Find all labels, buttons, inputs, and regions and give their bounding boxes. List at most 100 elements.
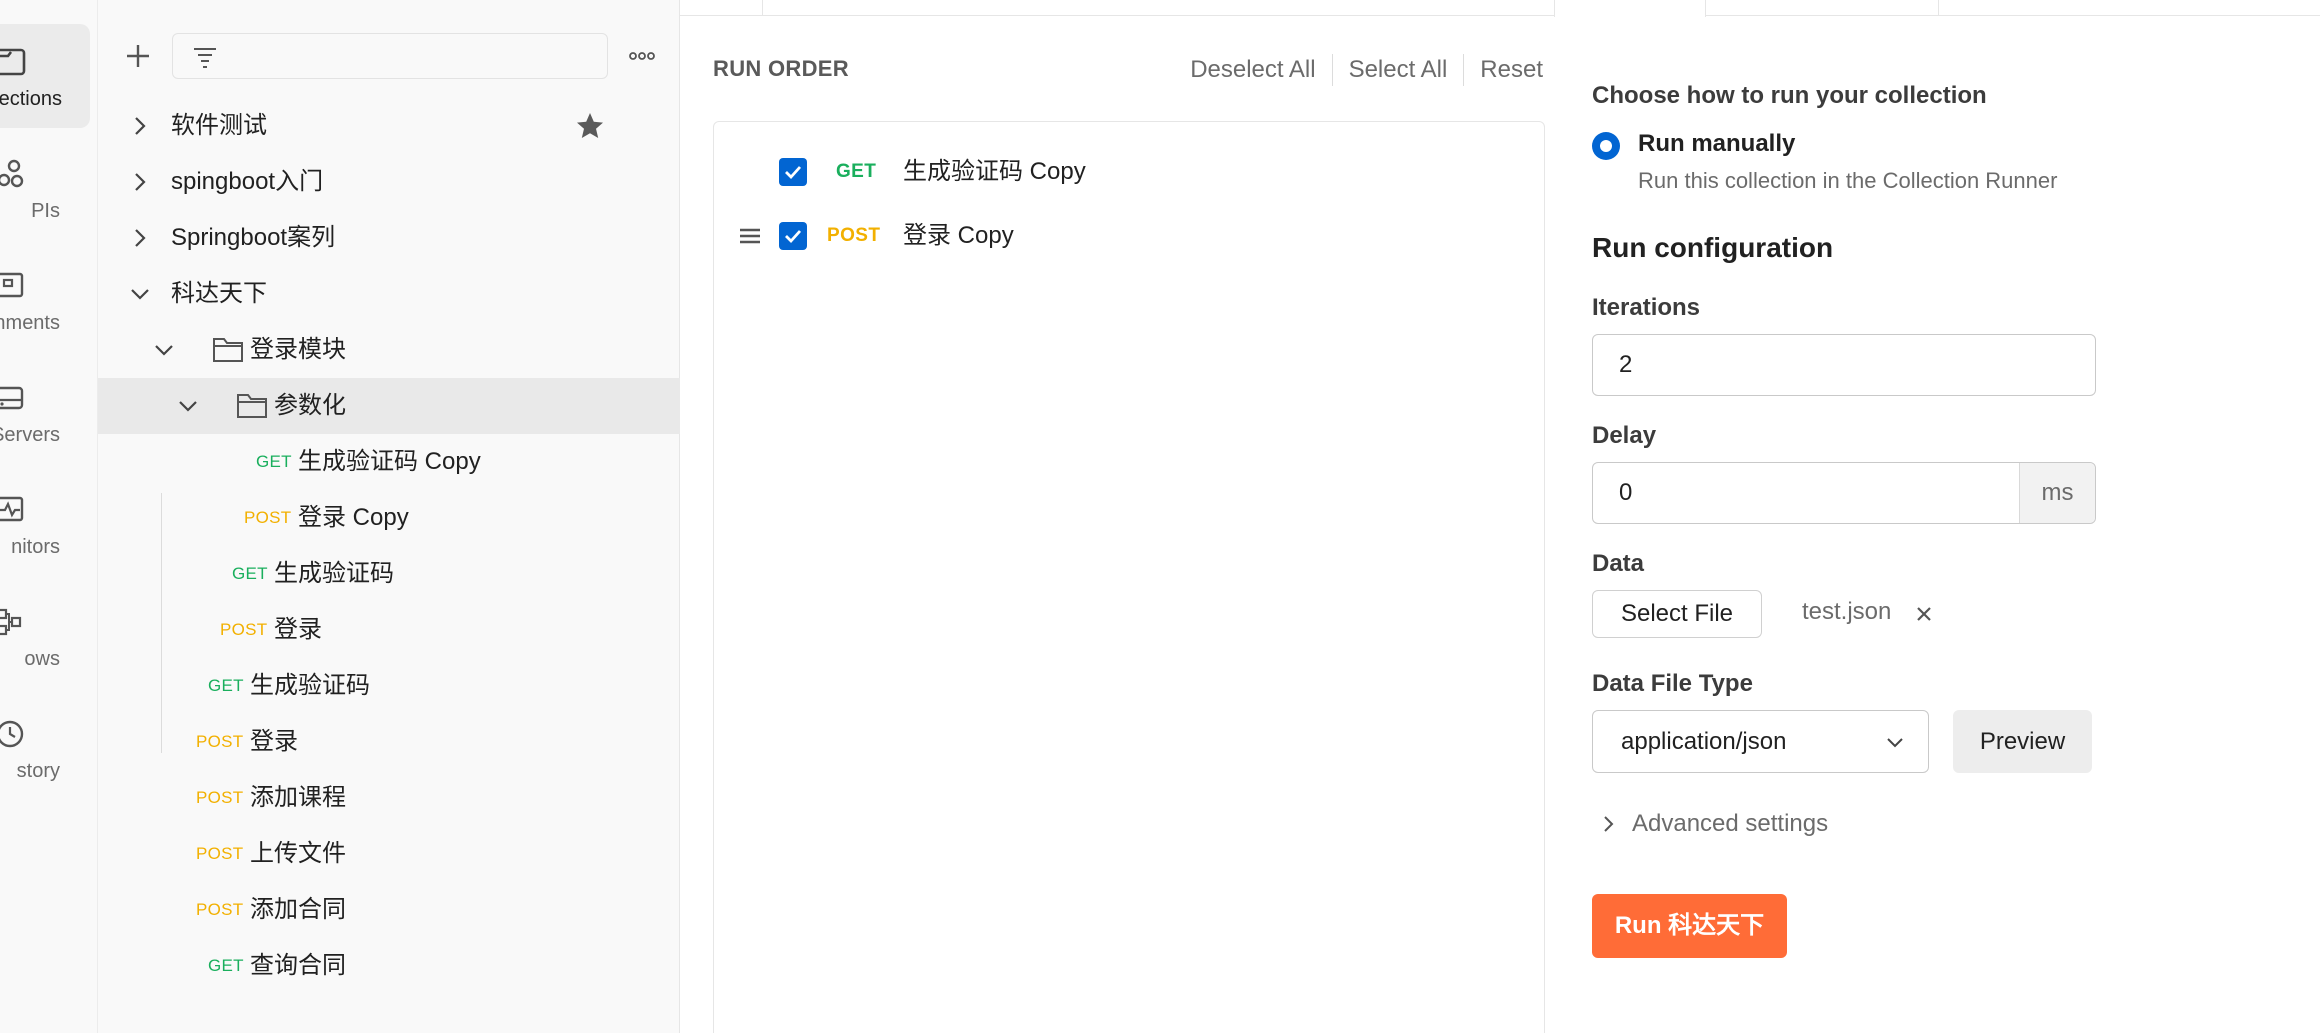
select-all-button[interactable]: Select All (1333, 56, 1464, 84)
rail-item-flows[interactable]: ows (0, 584, 90, 688)
tree-item-label: spingboot入门 (171, 168, 324, 195)
method-badge: POST (196, 788, 244, 807)
run-manually-label[interactable]: Run manually (1638, 130, 1795, 158)
data-file-type-value: application/json (1621, 728, 1787, 755)
preview-button[interactable]: Preview (1953, 710, 2092, 773)
tree-item-request[interactable]: GET 生成验证码 Copy (98, 434, 680, 490)
reset-button[interactable]: Reset (1464, 56, 1543, 84)
run-manually-description: Run this collection in the Collection Ru… (1638, 168, 2058, 193)
run-config-panel: Choose how to run your collection Run ma… (1592, 0, 2320, 1033)
tree-item-label: 登录 Copy (298, 504, 409, 531)
sidebar-toolbar (98, 24, 680, 88)
run-order-item[interactable]: POST 登录 Copy (714, 208, 1544, 264)
deselect-all-button[interactable]: Deselect All (1174, 56, 1331, 84)
tree-item-collection[interactable]: Springboot案列 (98, 210, 680, 266)
checkmark-icon (785, 166, 802, 180)
rail-item-history[interactable]: story (0, 696, 90, 800)
request-name: 登录 Copy (903, 222, 1014, 249)
iterations-value: 2 (1619, 351, 1633, 378)
tree-item-label: 上传文件 (250, 840, 346, 867)
filter-icon (194, 48, 216, 68)
request-name: 生成验证码 Copy (903, 158, 1086, 185)
tree-item-label: 添加课程 (250, 784, 346, 811)
drag-handle-icon[interactable] (738, 224, 762, 248)
tree-item-collection[interactable]: 科达天下 (98, 266, 680, 322)
tree-item-label: 登录模块 (250, 336, 346, 363)
delay-label: Delay (1592, 422, 1657, 449)
run-order-title: RUN ORDER (713, 56, 849, 81)
method-badge: GET (208, 956, 244, 975)
run-manually-radio[interactable] (1592, 132, 1620, 160)
tree-item-request[interactable]: POST 添加合同 (98, 882, 680, 938)
run-order-item[interactable]: GET 生成验证码 Copy (714, 144, 1544, 200)
tree-item-folder[interactable]: 登录模块 (98, 322, 680, 378)
tree-item-request[interactable]: POST 上传文件 (98, 826, 680, 882)
method-badge: POST (196, 732, 244, 751)
method-badge: GET (836, 161, 877, 182)
chevron-right-icon[interactable] (128, 226, 152, 250)
tree-item-request[interactable]: GET 生成验证码 (98, 546, 680, 602)
data-label: Data (1592, 550, 1645, 577)
folder-icon (213, 338, 243, 362)
checkmark-icon (785, 230, 802, 244)
chevron-down-icon[interactable] (128, 282, 152, 306)
tab-divider (762, 0, 763, 16)
method-badge: POST (827, 225, 881, 246)
method-badge: POST (220, 620, 268, 639)
delay-field[interactable]: 0 ms (1592, 462, 2096, 524)
rail-item-collections[interactable]: ections (0, 24, 90, 128)
iterations-label: Iterations (1592, 294, 1701, 321)
chevron-right-icon[interactable] (128, 114, 152, 138)
tree-item-request[interactable]: GET 查询合同 (98, 938, 680, 994)
delay-unit: ms (2019, 463, 2095, 523)
run-configuration-heading: Run configuration (1592, 232, 1834, 263)
method-badge: POST (196, 900, 244, 919)
more-options-icon[interactable] (624, 38, 660, 74)
tree-item-request[interactable]: POST 登录 (98, 714, 680, 770)
rail-item-apis[interactable]: PIs (0, 136, 90, 240)
tree-item-label: Springboot案列 (171, 224, 336, 251)
collection-tree: 软件测试 spingboot入门 Springboot案列 科达天下 登录模块 (98, 98, 680, 994)
data-file-type-select[interactable]: application/json (1592, 710, 1929, 773)
tree-item-request[interactable]: POST 登录 Copy (98, 490, 680, 546)
rail-label-mock-servers: Servers (0, 424, 60, 446)
rail-item-monitors[interactable]: nitors (0, 472, 90, 576)
filter-input[interactable] (172, 33, 608, 79)
apis-icon (0, 159, 24, 188)
method-badge: POST (196, 844, 244, 863)
select-file-button[interactable]: Select File (1592, 590, 1762, 638)
tree-item-label: 生成验证码 (250, 672, 370, 699)
iterations-field[interactable]: 2 (1592, 334, 2096, 396)
chevron-down-icon[interactable] (152, 338, 176, 362)
history-icon (0, 720, 24, 748)
tree-item-request[interactable]: POST 登录 (98, 602, 680, 658)
data-file-type-label: Data File Type (1592, 670, 1753, 697)
tree-item-label: 生成验证码 Copy (298, 448, 481, 475)
plus-icon[interactable] (120, 38, 156, 74)
tree-item-collection[interactable]: spingboot入门 (98, 154, 680, 210)
method-badge: GET (256, 452, 292, 471)
rail-item-environments[interactable]: onments (0, 248, 90, 352)
environments-icon (0, 272, 24, 298)
selected-file-name: test.json (1802, 598, 1892, 625)
tree-item-request[interactable]: POST 添加课程 (98, 770, 680, 826)
rail-item-mock-servers[interactable]: Servers (0, 360, 90, 464)
run-order-list: GET 生成验证码 Copy POST 登录 Copy (713, 121, 1545, 1033)
tree-item-request[interactable]: GET 生成验证码 (98, 658, 680, 714)
rail-label-apis: PIs (31, 200, 60, 222)
monitors-icon (0, 496, 24, 522)
mock-servers-icon (0, 386, 24, 410)
tree-item-collection[interactable]: 软件测试 (98, 98, 680, 154)
request-checkbox[interactable] (779, 158, 807, 186)
chevron-down-icon[interactable] (176, 394, 200, 418)
tree-item-folder-selected[interactable]: 参数化 (98, 378, 680, 434)
tree-guide-line (161, 493, 162, 753)
tree-item-label: 软件测试 (171, 112, 267, 139)
close-icon[interactable] (1912, 602, 1936, 626)
request-checkbox[interactable] (779, 222, 807, 250)
advanced-settings-label: Advanced settings (1632, 810, 1829, 837)
run-collection-button[interactable]: Run 科达天下 (1592, 894, 1787, 958)
rail-label-history: story (16, 760, 60, 782)
star-icon[interactable] (574, 110, 606, 142)
chevron-right-icon[interactable] (128, 170, 152, 194)
